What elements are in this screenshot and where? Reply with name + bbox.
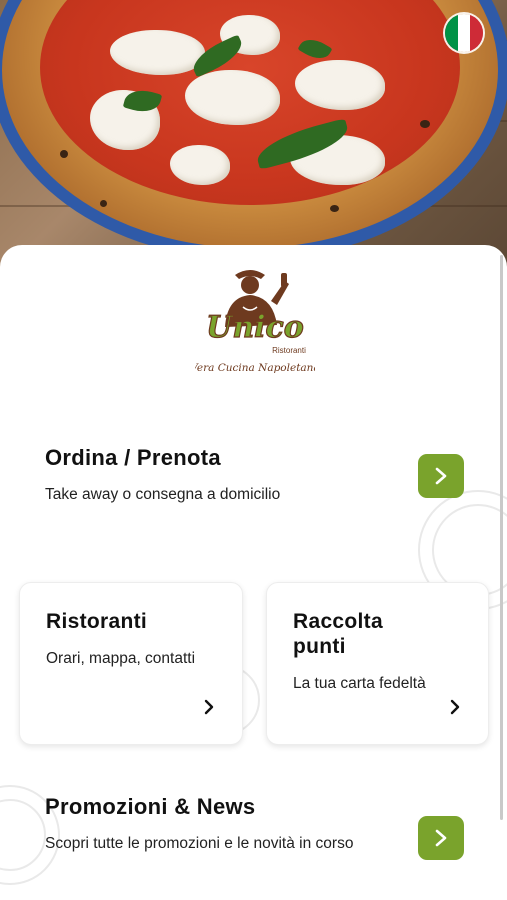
unico-logo: Unico Ristoranti Vera Cucina Napoletana [195,270,315,374]
promos-subtitle: Scopri tutte le promozioni e le novità i… [45,835,354,852]
order-subtitle: Take away o consegna a domicilio [45,486,281,503]
points-subtitle: La tua carta fedeltà [293,675,426,692]
mozzarella [170,145,230,185]
chevron-right-icon [204,699,214,715]
logo-tagline-text: Vera Cucina Napoletana [195,362,315,374]
order-title: Ordina / Prenota [45,445,221,470]
chevron-right-icon [450,699,460,715]
restaurants-title: Ristoranti [46,610,148,633]
promos-go-button[interactable] [418,816,464,860]
logo-tag-text: Ristoranti [272,346,306,355]
scrollbar[interactable] [500,255,503,820]
promos-title: Promozioni & News [45,794,256,819]
order-go-button[interactable] [418,454,464,498]
points-title: Raccolta punti [293,609,383,659]
points-card[interactable]: Raccolta punti La tua carta fedeltà [266,582,489,745]
points-title-line2: punti [293,635,346,658]
char-spot [60,150,68,158]
char-spot [330,205,339,212]
chevron-right-icon [435,467,447,485]
char-spot [100,200,107,207]
restaurants-subtitle: Orari, mappa, contatti [46,650,196,667]
content-sheet: Unico Ristoranti Vera Cucina Napoletana … [0,245,507,900]
logo-brand-text: Unico [206,310,304,345]
restaurants-card[interactable]: Ristoranti Orari, mappa, contatti [19,582,243,745]
italian-flag-icon[interactable] [445,14,483,52]
points-title-line1: Raccolta [293,610,383,633]
chevron-right-icon [435,829,447,847]
char-spot [420,120,430,128]
